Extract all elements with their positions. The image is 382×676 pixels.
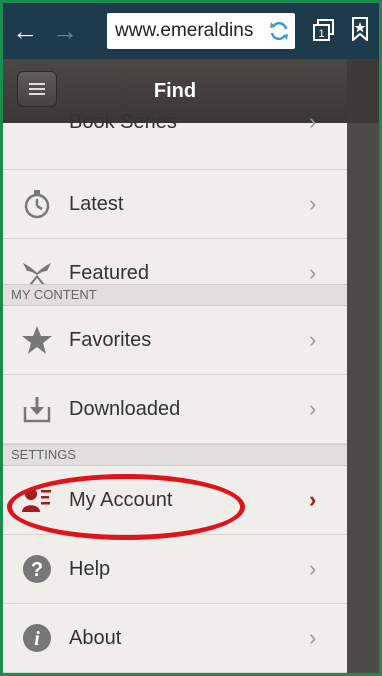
chevron-right-icon: › <box>309 625 317 650</box>
section-title: SETTINGS <box>11 447 77 462</box>
menu-button[interactable] <box>17 71 57 107</box>
info-icon: i <box>23 624 51 652</box>
account-icon <box>22 488 51 512</box>
page-overlay-header <box>347 59 379 123</box>
sidebar-item-downloaded[interactable]: Downloaded › <box>3 375 347 444</box>
section-header-my-content: MY CONTENT <box>3 284 347 306</box>
find-sidebar: Find Book Series › Latest › Featured › M… <box>3 59 347 673</box>
sidebar-item-label: About <box>69 627 122 649</box>
page-overlay[interactable] <box>347 59 379 673</box>
svg-text:i: i <box>34 628 40 650</box>
chevron-right-icon: › <box>309 556 317 581</box>
sidebar-item-label: My Account <box>69 489 173 511</box>
tabs-count: 1 <box>318 28 324 40</box>
download-icon <box>23 397 51 423</box>
section-title: MY CONTENT <box>11 287 97 302</box>
tabs-icon[interactable]: 1 <box>313 19 335 41</box>
chevron-right-icon: › <box>309 327 317 352</box>
list-item-book-series[interactable]: Book Series › <box>3 109 347 170</box>
stopwatch-icon <box>24 190 50 219</box>
reload-icon[interactable] <box>267 19 291 43</box>
address-bar[interactable]: www.emeraldins <box>107 13 295 49</box>
sidebar-item-about[interactable]: i About › <box>3 604 347 673</box>
sidebar-item-my-account[interactable]: My Account › <box>3 466 347 535</box>
chevron-right-icon: › <box>309 191 317 216</box>
browser-toolbar: ← → www.emeraldins 1 <box>3 3 379 59</box>
book-series-label: Book Series <box>69 111 177 133</box>
svg-text:?: ? <box>31 559 43 581</box>
sidebar-item-help[interactable]: ? Help › <box>3 535 347 604</box>
forward-button[interactable]: → <box>51 17 79 45</box>
chevron-right-icon: › <box>309 487 317 512</box>
url-text: www.emeraldins <box>115 20 254 41</box>
star-icon <box>22 326 52 354</box>
sidebar-item-label: Favorites <box>69 329 152 351</box>
chevron-right-icon: › <box>309 109 317 134</box>
sidebar-item-label: Help <box>69 558 111 580</box>
sidebar-item-latest[interactable]: Latest › <box>3 170 347 239</box>
section-header-settings: SETTINGS <box>3 444 347 466</box>
help-icon: ? <box>23 555 51 583</box>
bookmark-icon[interactable] <box>351 17 369 41</box>
chevron-right-icon: › <box>309 396 317 421</box>
sidebar-item-favorites[interactable]: Favorites › <box>3 306 347 375</box>
back-button[interactable]: ← <box>11 17 39 45</box>
screenshot-frame: ← → www.emeraldins 1 Find Book Series › … <box>0 0 382 676</box>
sidebar-item-label: Latest <box>69 193 124 215</box>
sidebar-item-label: Downloaded <box>69 398 181 420</box>
